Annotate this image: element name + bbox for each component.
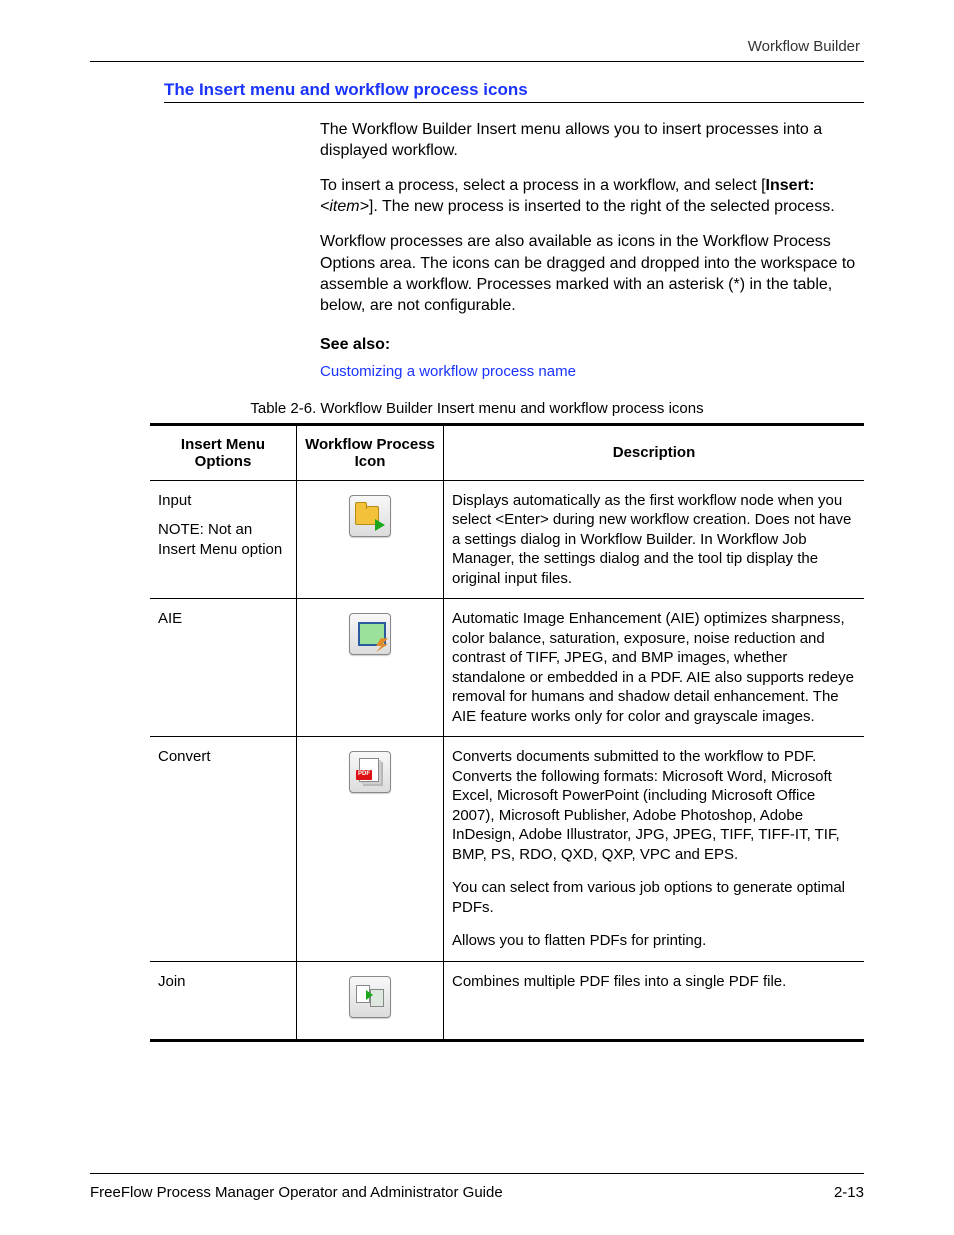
column-header: Workflow Process Icon — [297, 424, 444, 480]
workflow-icons-table: Insert Menu Options Workflow Process Ico… — [150, 423, 864, 1043]
running-header: Workflow Builder — [90, 38, 864, 55]
text: ]. The new process is inserted to the ri… — [369, 198, 835, 215]
text: Displays automatically as the first work… — [452, 492, 851, 587]
column-header: Description — [444, 424, 865, 480]
text-bold: Insert: — [766, 177, 815, 194]
description-text: You can select from various job options … — [452, 878, 856, 917]
description-text: Automatic Image Enhancement (AIE) optimi… — [452, 609, 856, 726]
text-italic: <item> — [320, 198, 369, 215]
description-text: Allows you to flatten PDFs for printing. — [452, 931, 856, 951]
aie-picture-icon — [349, 613, 391, 655]
description-text: Displays automatically as the first work… — [452, 491, 856, 589]
body-paragraph: The Workflow Builder Insert menu allows … — [320, 119, 860, 161]
description-text: Converts documents submitted to the work… — [452, 747, 856, 864]
body-paragraph: Workflow processes are also available as… — [320, 231, 860, 315]
convert-pdf-icon — [349, 751, 391, 793]
page-footer: FreeFlow Process Manager Operator and Ad… — [90, 1173, 864, 1201]
footer-title: FreeFlow Process Manager Operator and Ad… — [90, 1184, 503, 1201]
table-row: Join Combines multiple PDF files into a … — [150, 961, 864, 1041]
table-row: AIE Automatic Image Enhancement (AIE) op… — [150, 599, 864, 737]
column-header: Insert Menu Options — [150, 424, 297, 480]
input-folder-icon — [349, 495, 391, 537]
option-name: Convert — [158, 747, 288, 767]
footer-rule — [90, 1173, 864, 1174]
option-note: NOTE: Not an Insert Menu option — [158, 520, 288, 559]
table-row: Input NOTE: Not an Insert Menu option Di… — [150, 480, 864, 599]
section-title: The Insert menu and workflow process ico… — [164, 80, 864, 103]
join-docs-icon — [349, 976, 391, 1018]
text: To insert a process, select a process in… — [320, 177, 766, 194]
option-name: Join — [158, 972, 288, 992]
body-paragraph: To insert a process, select a process in… — [320, 175, 860, 217]
see-also-link[interactable]: Customizing a workflow process name — [320, 362, 576, 382]
option-name: AIE — [158, 609, 288, 629]
see-also-heading: See also: — [320, 334, 860, 355]
table-caption: Table 2-6. Workflow Builder Insert menu … — [90, 400, 864, 417]
option-name: Input — [158, 491, 288, 511]
page-number: 2-13 — [834, 1184, 864, 1201]
description-text: Combines multiple PDF files into a singl… — [452, 972, 856, 992]
header-rule — [90, 61, 864, 62]
table-row: Convert Converts documents submitted to … — [150, 737, 864, 962]
